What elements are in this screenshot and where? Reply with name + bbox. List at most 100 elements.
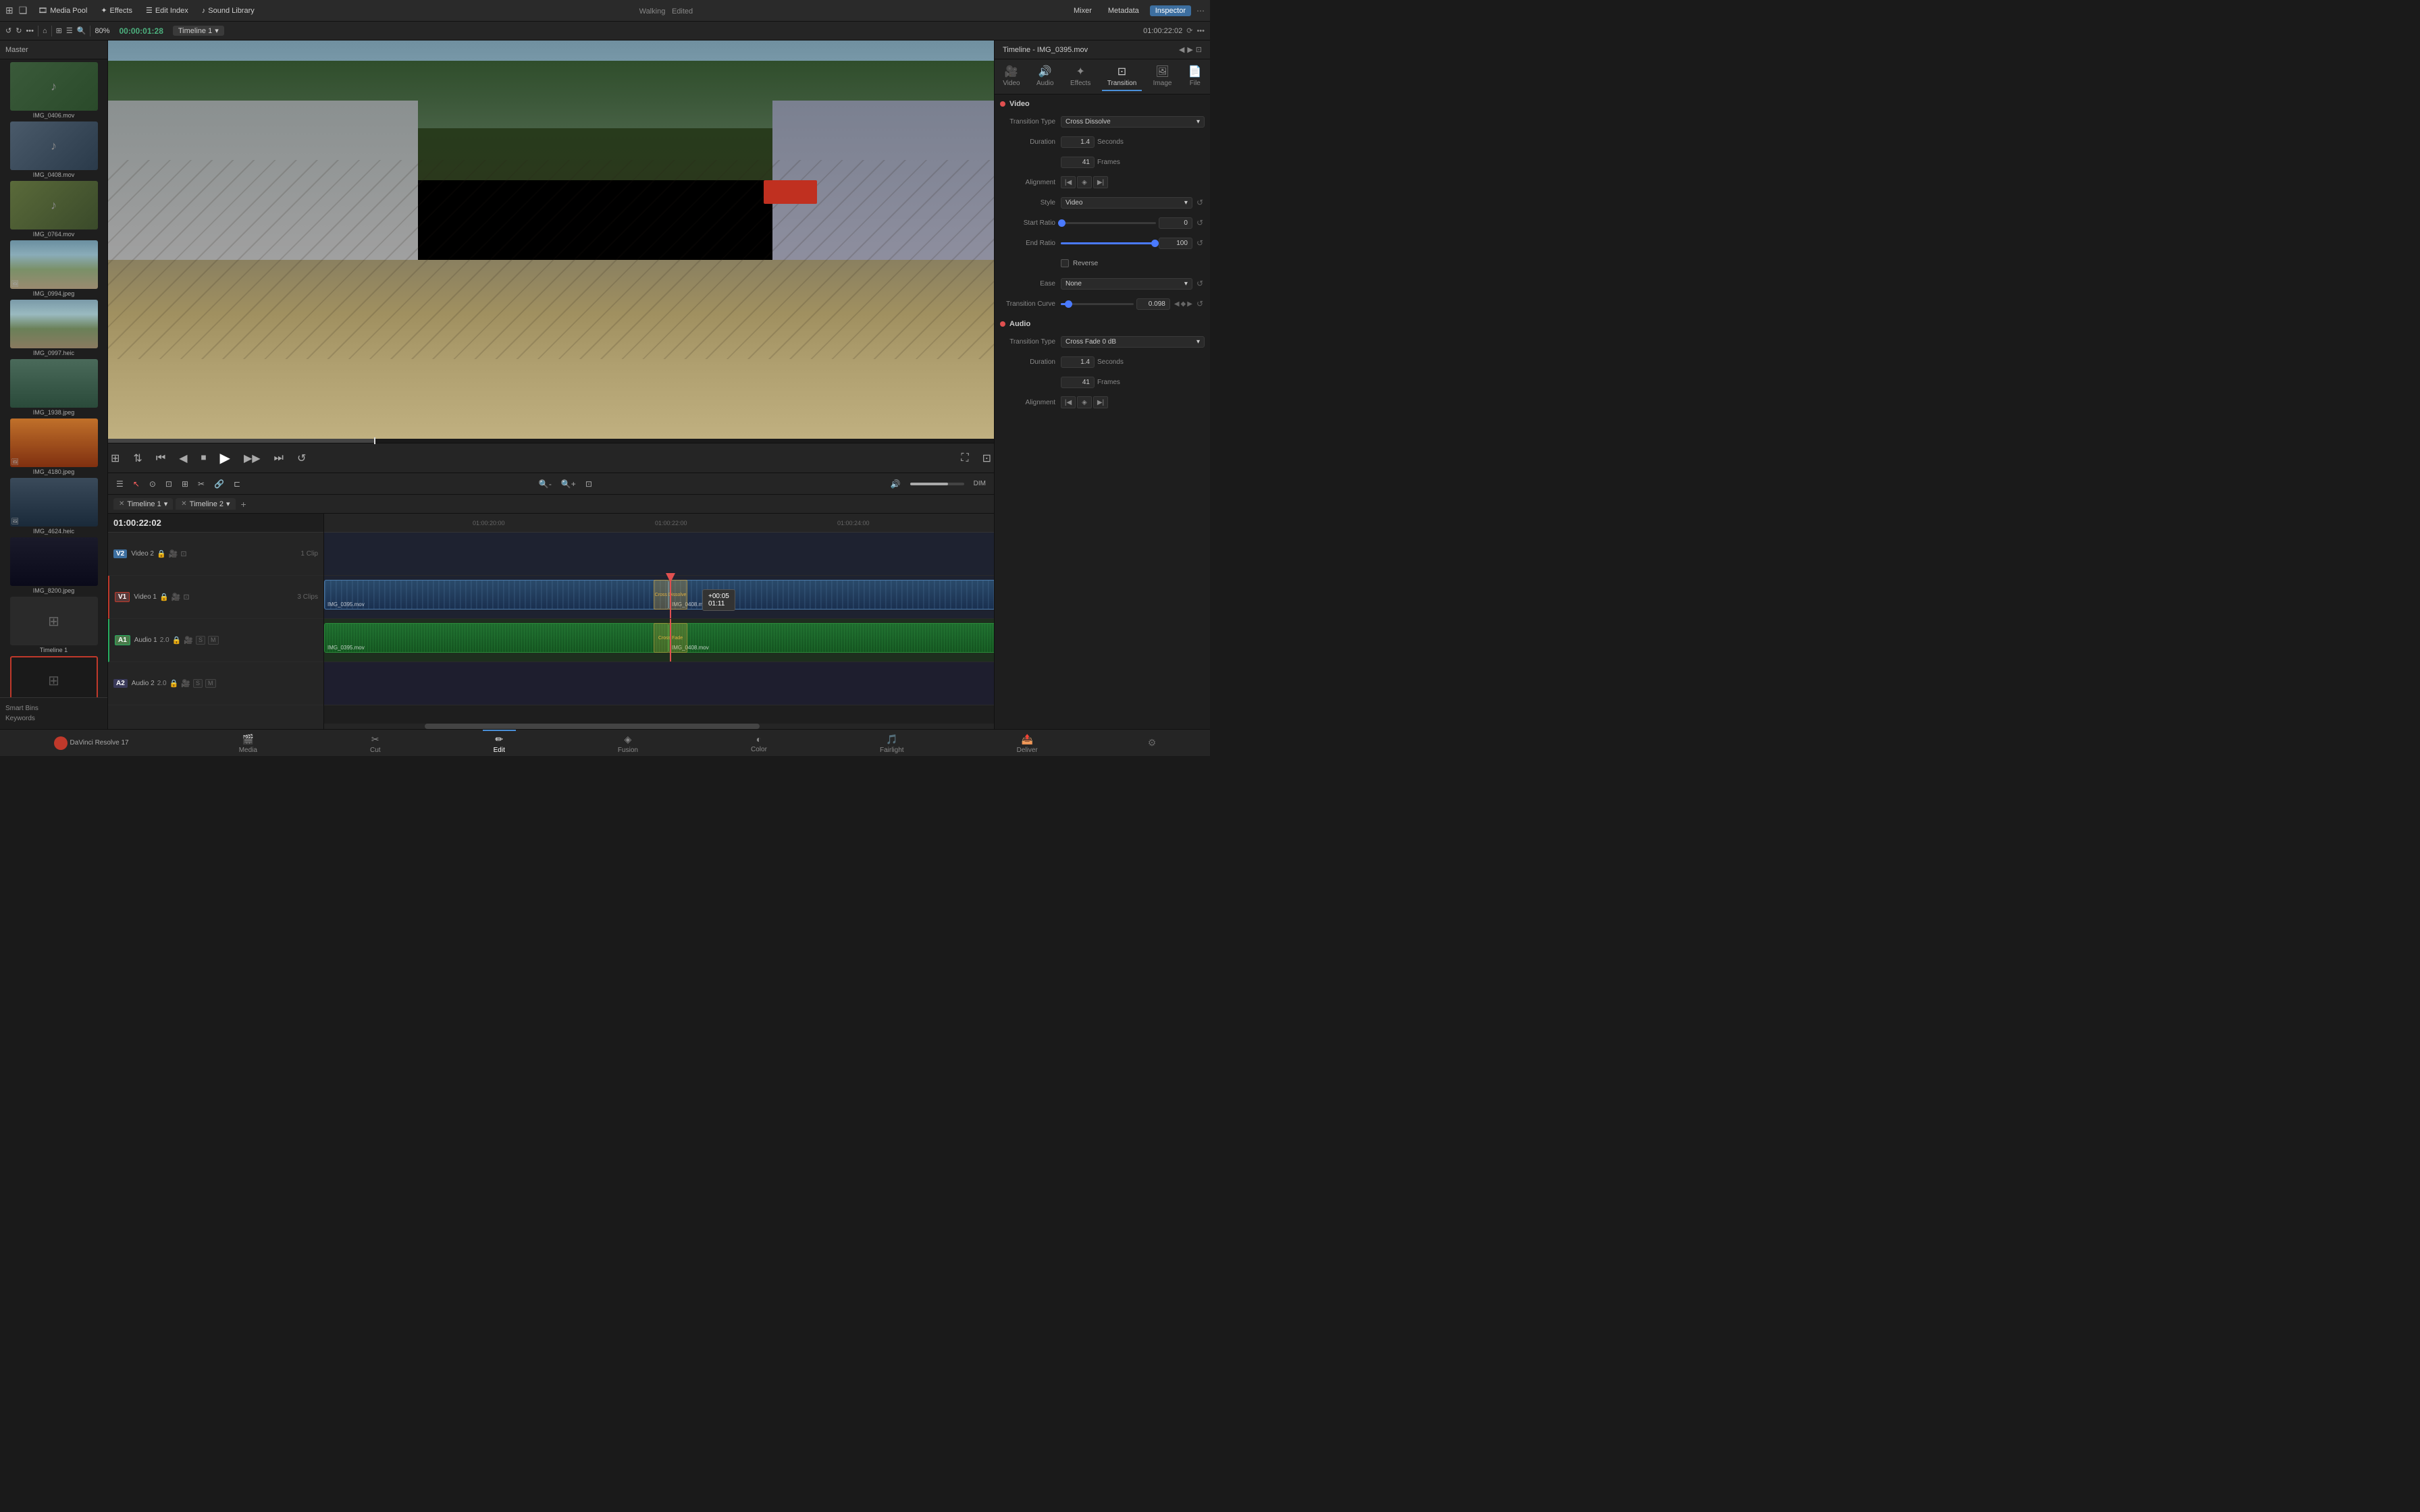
media-pool-btn[interactable]: 🎞 Media Pool: [32, 5, 93, 16]
slip-tool[interactable]: ⊡: [163, 478, 175, 490]
m-btn[interactable]: M: [208, 636, 219, 645]
list-item[interactable]: IMG_0997.heic: [3, 300, 105, 356]
tab-image[interactable]: 🖼 Image: [1148, 62, 1178, 91]
transition-curve-slider[interactable]: [1061, 303, 1134, 305]
arrows-expand[interactable]: ⇅: [130, 449, 144, 468]
audio-align-center-btn[interactable]: ◈: [1077, 396, 1092, 408]
pip-btn[interactable]: ⊡: [980, 449, 994, 468]
stop-btn[interactable]: ⏹: [199, 450, 209, 467]
add-timeline-tab-btn[interactable]: +: [238, 499, 249, 510]
lock-icon[interactable]: 🔒: [159, 593, 169, 601]
home-btn[interactable]: ⌂: [43, 27, 47, 35]
view-mode-btn[interactable]: ⊞: [56, 26, 62, 35]
bottom-tab-fusion[interactable]: ◈ Fusion: [607, 730, 649, 757]
bottom-tab-color[interactable]: ◐ Color: [740, 730, 778, 756]
v1-clip-2[interactable]: IMG_0408.mov: [668, 580, 994, 610]
bottom-tab-media[interactable]: 🎬 Media: [228, 730, 268, 757]
list-item[interactable]: 🖼 IMG_0994.jpeg: [3, 240, 105, 297]
m-btn[interactable]: M: [205, 679, 216, 688]
lock-icon[interactable]: 🔒: [169, 679, 179, 688]
timeline-scrollbar[interactable]: [324, 724, 994, 729]
zoom-level[interactable]: 80%: [95, 27, 109, 35]
tab-effects[interactable]: ✦ Effects: [1065, 62, 1096, 91]
camera-icon[interactable]: 🎥: [184, 636, 193, 645]
scrollbar-thumb[interactable]: [425, 724, 760, 729]
reverse-checkbox[interactable]: [1061, 259, 1069, 267]
list-item[interactable]: 🖼 IMG_4180.jpeg: [3, 418, 105, 475]
smart-bins-item[interactable]: Smart Bins: [5, 703, 102, 713]
next-keyframe-btn[interactable]: ▶: [1187, 300, 1192, 308]
camera-icon[interactable]: 🎥: [181, 679, 190, 688]
close-icon[interactable]: ✕: [181, 500, 186, 508]
more-btn[interactable]: ⋯: [1196, 6, 1205, 16]
sync-btn[interactable]: ⟳: [1186, 26, 1192, 35]
next-item-btn[interactable]: ▶: [1187, 45, 1192, 54]
ease-dropdown[interactable]: None ▾: [1061, 278, 1192, 290]
list-item[interactable]: 🖼 IMG_4624.heic: [3, 478, 105, 535]
end-ratio-slider[interactable]: [1061, 242, 1156, 244]
link-tool[interactable]: 🔗: [211, 478, 227, 490]
effects-btn[interactable]: ✦ Effects: [95, 5, 138, 16]
redo-btn[interactable]: ↻: [16, 26, 22, 35]
inspector-btn[interactable]: Inspector: [1150, 5, 1191, 16]
prev-item-btn[interactable]: ◀: [1179, 45, 1184, 54]
timeline-tab-2[interactable]: ✕ Timeline 2 ▾: [176, 498, 235, 510]
tab-video[interactable]: 🎥 Video: [997, 62, 1025, 91]
s-btn[interactable]: S: [193, 679, 203, 688]
cursor-tool[interactable]: ↖: [130, 478, 142, 490]
skip-to-start-btn[interactable]: ⏮: [153, 450, 168, 467]
audio-duration-input[interactable]: 1.4: [1061, 356, 1095, 368]
fullscreen-btn[interactable]: ⛶: [958, 450, 971, 467]
close-icon[interactable]: ✕: [119, 500, 124, 508]
next-frame-btn[interactable]: ▶▶: [241, 449, 263, 468]
start-ratio-input[interactable]: 0: [1159, 217, 1192, 229]
end-ratio-input[interactable]: 100: [1159, 238, 1192, 249]
clip-icon[interactable]: ⊡: [180, 549, 186, 558]
undo-btn[interactable]: ↺: [5, 26, 11, 35]
start-ratio-slider[interactable]: [1061, 222, 1156, 224]
snap-btn[interactable]: ⊏: [231, 478, 243, 490]
add-keyframe-btn[interactable]: ◆: [1181, 300, 1186, 308]
bottom-tab-fairlight[interactable]: 🎵 Fairlight: [869, 730, 915, 757]
keywords-item[interactable]: Keywords: [5, 713, 102, 724]
dim-btn[interactable]: DIM: [971, 479, 989, 489]
dropdown-icon[interactable]: ▾: [226, 500, 230, 508]
prev-keyframe-btn[interactable]: ◀: [1174, 300, 1180, 308]
a1-clip-2[interactable]: IMG_0408.mov: [668, 623, 994, 653]
audio-align-end-btn[interactable]: ▶|: [1093, 396, 1108, 408]
lock-icon[interactable]: 🔒: [172, 636, 182, 645]
extra-options[interactable]: •••: [1196, 27, 1205, 35]
tab-file[interactable]: 📄 File: [1183, 62, 1207, 91]
align-end-btn[interactable]: ▶|: [1093, 176, 1108, 188]
duration-frames-input[interactable]: 41: [1061, 157, 1095, 168]
play-btn[interactable]: ▶: [217, 447, 233, 469]
timeline-tab-1[interactable]: ✕ Timeline 1 ▾: [113, 498, 173, 510]
tab-transition[interactable]: ⊡ Transition: [1102, 62, 1142, 91]
volume-slider[interactable]: [910, 483, 964, 485]
metadata-btn[interactable]: Metadata: [1103, 5, 1145, 16]
align-center-btn[interactable]: ◈: [1077, 176, 1092, 188]
curve-reset-btn[interactable]: ↺: [1195, 299, 1205, 308]
audio-align-start-btn[interactable]: |◀: [1061, 396, 1076, 408]
progress-bar[interactable]: [108, 439, 994, 443]
camera-icon[interactable]: 🎥: [172, 593, 181, 601]
clip-icon[interactable]: ⊡: [183, 593, 189, 601]
edit-index-btn[interactable]: ☰ Edit Index: [140, 5, 194, 16]
timeline-selector[interactable]: Timeline 1 ▾: [173, 26, 224, 36]
list-item[interactable]: ⊞ Timeline 1: [3, 597, 105, 653]
razor-tool[interactable]: ✂: [195, 478, 207, 490]
ease-reset-btn[interactable]: ↺: [1195, 279, 1205, 288]
list-item[interactable]: ⊞ Timeline 2: [3, 656, 105, 697]
bottom-tab-cut[interactable]: ✂ Cut: [359, 730, 392, 757]
audio-transition-dropdown[interactable]: Cross Fade 0 dB ▾: [1061, 336, 1205, 348]
zoom-in-btn[interactable]: 🔍+: [558, 478, 579, 490]
blade-tool[interactable]: ⊙: [147, 478, 159, 490]
bottom-tab-deliver[interactable]: 📤 Deliver: [1006, 730, 1049, 757]
bottom-tab-edit[interactable]: ✏ Edit: [483, 730, 516, 757]
start-ratio-reset[interactable]: ↺: [1195, 218, 1205, 227]
prev-frame-btn[interactable]: ◀: [176, 449, 190, 468]
style-dropdown[interactable]: Video ▾: [1061, 197, 1192, 209]
mixer-btn[interactable]: Mixer: [1068, 5, 1097, 16]
transition-type-dropdown[interactable]: Cross Dissolve ▾: [1061, 116, 1205, 128]
list-item[interactable]: IMG_1938.jpeg: [3, 359, 105, 416]
